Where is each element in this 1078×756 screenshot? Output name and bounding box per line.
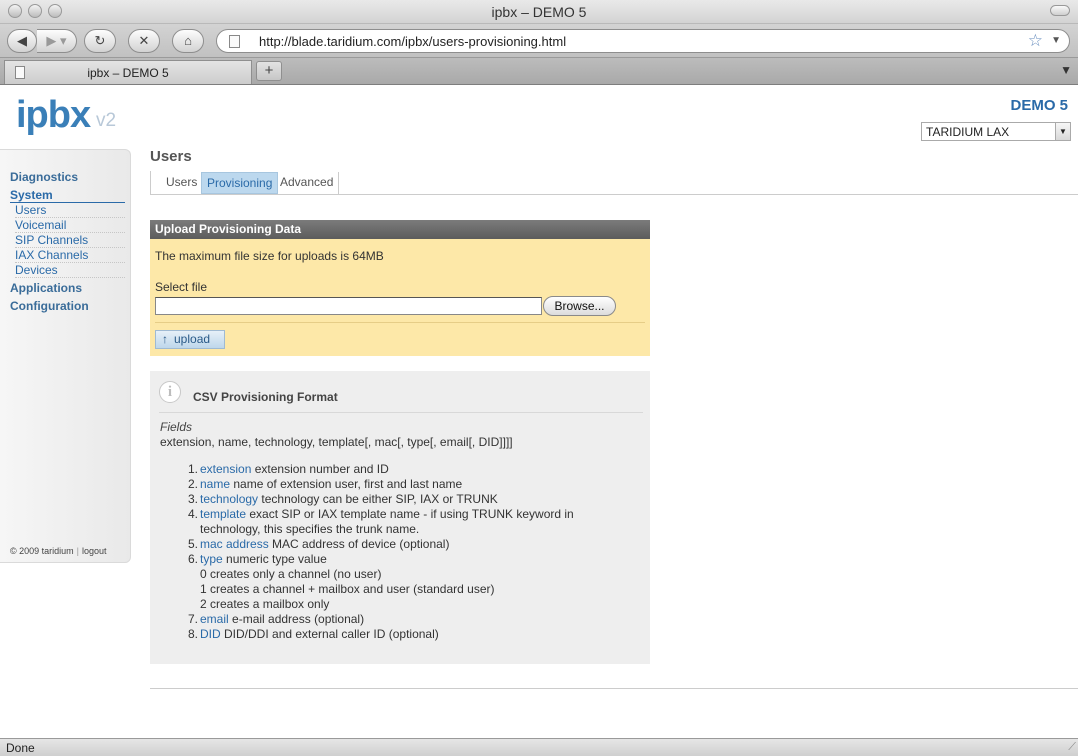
browser-toolbar: ◀ ▶ ▾ ↻ ✕ ⌂ http://blade.taridium.com/ip…	[0, 24, 1078, 58]
sidebar-item-configuration[interactable]: Configuration	[10, 299, 89, 313]
home-icon: ⌂	[184, 33, 192, 48]
sidebar-footer: © 2009 taridium | logout	[10, 546, 107, 556]
page-title: Users	[150, 148, 192, 165]
new-tab-button[interactable]: +	[256, 61, 282, 81]
stop-button[interactable]: ✕	[128, 29, 160, 53]
site-select-value: TARIDIUM LAX	[926, 125, 1010, 139]
upload-button[interactable]: ↑ upload	[155, 330, 225, 349]
type-value-0: 0 creates only a channel (no user)	[200, 567, 382, 581]
csv-format-panel: i CSV Provisioning Format Fields extensi…	[150, 371, 650, 664]
list-item-number: 5.	[187, 537, 198, 551]
upload-arrow-icon: ↑	[162, 332, 168, 346]
status-bar: Done ⟋	[0, 738, 1078, 756]
sidebar: Diagnostics System Users Voicemail SIP C…	[0, 149, 131, 563]
info-divider	[159, 412, 643, 413]
upload-panel: Upload Provisioning Data The maximum fil…	[150, 220, 650, 356]
reload-button[interactable]: ↻	[84, 29, 116, 53]
sidebar-item-applications[interactable]: Applications	[10, 281, 82, 295]
home-button[interactable]: ⌂	[172, 29, 204, 53]
list-item-number: 8.	[187, 627, 198, 641]
list-item-number: 3.	[187, 492, 198, 506]
chevron-down-icon: ▼	[1055, 123, 1070, 140]
toolbar-toggle-button[interactable]	[1050, 5, 1070, 16]
type-value-2: 2 creates a mailbox only	[200, 597, 330, 611]
list-item-number: 1.	[187, 462, 198, 476]
tab-list-icon[interactable]: ▼	[1060, 63, 1072, 77]
field-desc: exact SIP or IAX template name - if usin…	[200, 507, 574, 536]
upload-note: The maximum file size for uploads is 64M…	[155, 249, 384, 263]
logo-version: v2	[96, 110, 117, 131]
fields-label: Fields	[160, 420, 193, 434]
sidebar-item-voicemail[interactable]: Voicemail	[15, 218, 125, 233]
tab-users[interactable]: Users	[161, 172, 204, 194]
field-key: technology	[200, 492, 259, 506]
list-item-number: 7.	[187, 612, 198, 626]
field-key: mac address	[200, 537, 269, 551]
logout-link[interactable]: logout	[82, 546, 107, 556]
forward-button[interactable]: ▶ ▾	[37, 29, 77, 53]
status-text: Done	[6, 741, 35, 755]
info-icon: i	[159, 381, 181, 403]
logo[interactable]: ipbx	[16, 94, 91, 137]
field-key: DID	[200, 627, 221, 641]
back-icon: ◀	[17, 33, 27, 48]
type-value-1: 1 creates a channel + mailbox and user (…	[200, 582, 495, 596]
sidebar-item-devices[interactable]: Devices	[15, 263, 125, 278]
bookmark-star-icon[interactable]: ☆	[1028, 31, 1043, 51]
sidebar-item-system[interactable]: System	[10, 188, 125, 203]
tab-provisioning[interactable]: Provisioning	[201, 172, 279, 194]
field-desc: MAC address of device (optional)	[272, 537, 450, 551]
sidebar-item-iax-channels[interactable]: IAX Channels	[15, 248, 125, 263]
sidebar-item-sip-channels[interactable]: SIP Channels	[15, 233, 125, 248]
browser-tabbar: ipbx – DEMO 5 + ▼	[0, 58, 1078, 85]
fields-syntax: extension, name, technology, template[, …	[160, 435, 513, 449]
file-path-field[interactable]	[155, 297, 542, 315]
field-desc: DID/DDI and external caller ID (optional…	[224, 627, 439, 641]
address-bar[interactable]: http://blade.taridium.com/ipbx/users-pro…	[216, 29, 1070, 53]
site-name: DEMO 5	[1010, 97, 1068, 114]
footer-separator: |	[76, 546, 80, 556]
list-item-number: 2.	[187, 477, 198, 491]
forward-icon: ▶ ▾	[46, 33, 67, 48]
upload-heading: Upload Provisioning Data	[150, 220, 650, 239]
field-desc: name of extension user, first and last n…	[233, 477, 463, 491]
field-desc: numeric type value	[226, 552, 327, 566]
stop-icon: ✕	[138, 33, 150, 48]
select-file-label: Select file	[155, 280, 208, 294]
address-url[interactable]: http://blade.taridium.com/ipbx/users-pro…	[259, 34, 566, 49]
field-desc: e-mail address (optional)	[232, 612, 365, 626]
section-tabs: Users Provisioning Advanced	[150, 171, 1078, 195]
page-icon	[229, 35, 240, 48]
window-title: ipbx – DEMO 5	[491, 4, 587, 20]
site-select[interactable]: TARIDIUM LAX ▼	[921, 122, 1071, 141]
tab-title: ipbx – DEMO 5	[87, 66, 169, 80]
field-key: extension	[200, 462, 252, 476]
field-key: name	[200, 477, 231, 491]
upload-button-label: upload	[174, 332, 211, 346]
field-desc: technology can be either SIP, IAX or TRU…	[261, 492, 498, 506]
browser-tab[interactable]: ipbx – DEMO 5	[4, 60, 252, 84]
web-page: ipbx v2 DEMO 5 TARIDIUM LAX ▼ Diagnostic…	[0, 86, 1078, 738]
list-item-number: 6.	[187, 552, 198, 566]
field-desc: extension number and ID	[254, 462, 389, 476]
info-title: CSV Provisioning Format	[193, 390, 338, 404]
sidebar-item-users[interactable]: Users	[15, 203, 125, 218]
back-button[interactable]: ◀	[7, 29, 37, 53]
window-titlebar: ipbx – DEMO 5	[0, 0, 1078, 24]
field-key: type	[200, 552, 223, 566]
browse-button[interactable]: Browse...	[543, 296, 616, 316]
field-key: template	[200, 507, 247, 521]
copyright: © 2009 taridium	[10, 546, 74, 556]
field-key: email	[200, 612, 229, 626]
resize-grip-icon[interactable]: ⟋	[1068, 741, 1076, 754]
upload-divider	[155, 322, 645, 323]
chevron-down-icon[interactable]: ▼	[1051, 35, 1061, 46]
tab-advanced[interactable]: Advanced	[275, 172, 340, 194]
page-divider	[150, 688, 1078, 689]
reload-icon: ↻	[94, 33, 106, 48]
tabs-left-edge	[150, 171, 158, 195]
sidebar-item-diagnostics[interactable]: Diagnostics	[10, 170, 78, 184]
list-item-number: 4.	[187, 507, 198, 521]
